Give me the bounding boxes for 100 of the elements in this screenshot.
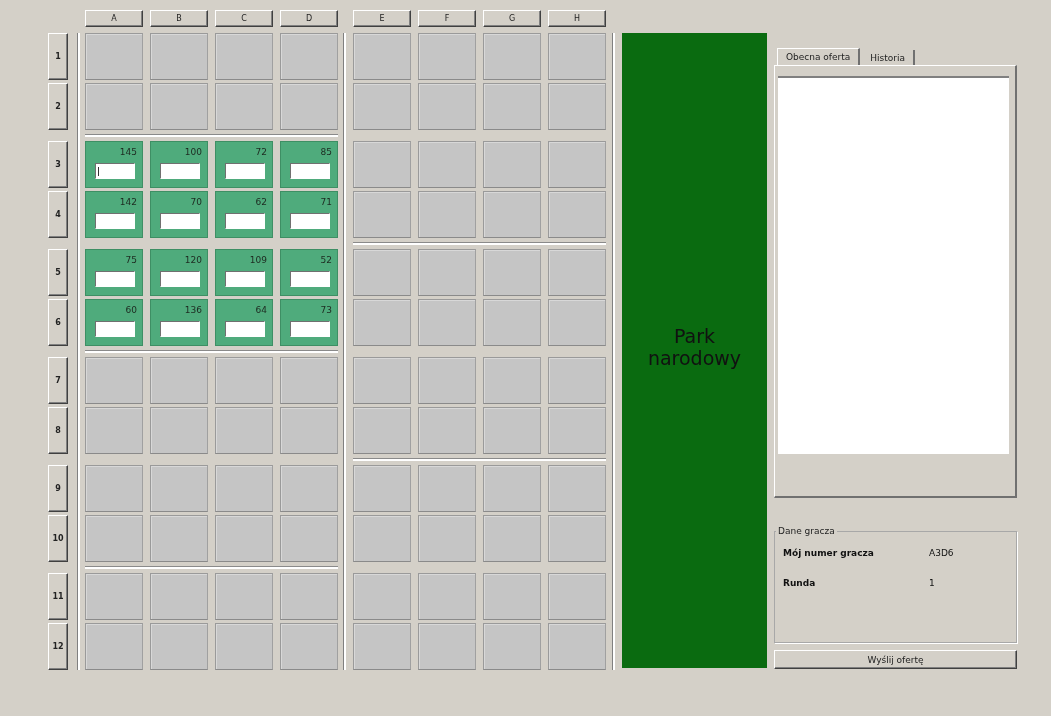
- empty-plot[interactable]: [215, 83, 273, 130]
- empty-plot[interactable]: [418, 83, 476, 130]
- empty-plot[interactable]: [548, 141, 606, 188]
- empty-plot[interactable]: [280, 623, 338, 670]
- empty-plot[interactable]: [85, 357, 143, 404]
- row-header[interactable]: 10: [48, 515, 68, 562]
- empty-plot[interactable]: [483, 249, 541, 296]
- empty-plot[interactable]: [418, 33, 476, 80]
- empty-plot[interactable]: [418, 141, 476, 188]
- row-header[interactable]: 12: [48, 623, 68, 670]
- input-field[interactable]: [160, 163, 200, 179]
- empty-plot[interactable]: [418, 515, 476, 562]
- input-field[interactable]: [290, 271, 330, 287]
- empty-plot[interactable]: [483, 33, 541, 80]
- empty-plot[interactable]: [150, 33, 208, 80]
- empty-plot[interactable]: [418, 357, 476, 404]
- row-header[interactable]: 1: [48, 33, 68, 80]
- input-field[interactable]: [95, 321, 135, 337]
- row-header[interactable]: 8: [48, 407, 68, 454]
- empty-plot[interactable]: [483, 515, 541, 562]
- empty-plot[interactable]: [215, 573, 273, 620]
- input-field[interactable]: [95, 213, 135, 229]
- empty-plot[interactable]: [483, 141, 541, 188]
- empty-plot[interactable]: [483, 623, 541, 670]
- empty-plot[interactable]: [418, 573, 476, 620]
- empty-plot[interactable]: [280, 515, 338, 562]
- input-field[interactable]: [95, 163, 135, 179]
- empty-plot[interactable]: [353, 299, 411, 346]
- empty-plot[interactable]: [353, 357, 411, 404]
- input-field[interactable]: [225, 213, 265, 229]
- empty-plot[interactable]: [353, 249, 411, 296]
- empty-plot[interactable]: [85, 515, 143, 562]
- send-offer-button[interactable]: Wyślij ofertę: [774, 650, 1017, 669]
- input-field[interactable]: [160, 321, 200, 337]
- empty-plot[interactable]: [418, 407, 476, 454]
- empty-plot[interactable]: [85, 407, 143, 454]
- input-field[interactable]: [225, 271, 265, 287]
- empty-plot[interactable]: [418, 623, 476, 670]
- empty-plot[interactable]: [548, 407, 606, 454]
- empty-plot[interactable]: [280, 407, 338, 454]
- empty-plot[interactable]: [353, 141, 411, 188]
- empty-plot[interactable]: [150, 573, 208, 620]
- empty-plot[interactable]: [418, 249, 476, 296]
- column-header[interactable]: H: [548, 10, 606, 27]
- input-field[interactable]: [160, 271, 200, 287]
- empty-plot[interactable]: [548, 465, 606, 512]
- empty-plot[interactable]: [548, 33, 606, 80]
- row-header[interactable]: 4: [48, 191, 68, 238]
- empty-plot[interactable]: [215, 465, 273, 512]
- empty-plot[interactable]: [548, 249, 606, 296]
- input-field[interactable]: [290, 321, 330, 337]
- row-header[interactable]: 3: [48, 141, 68, 188]
- empty-plot[interactable]: [353, 83, 411, 130]
- input-field[interactable]: [95, 271, 135, 287]
- empty-plot[interactable]: [548, 357, 606, 404]
- column-header[interactable]: C: [215, 10, 273, 27]
- empty-plot[interactable]: [353, 623, 411, 670]
- row-header[interactable]: 5: [48, 249, 68, 296]
- empty-plot[interactable]: [548, 515, 606, 562]
- empty-plot[interactable]: [353, 33, 411, 80]
- empty-plot[interactable]: [483, 191, 541, 238]
- empty-plot[interactable]: [280, 465, 338, 512]
- empty-plot[interactable]: [483, 83, 541, 130]
- empty-plot[interactable]: [483, 573, 541, 620]
- row-header[interactable]: 2: [48, 83, 68, 130]
- empty-plot[interactable]: [483, 357, 541, 404]
- empty-plot[interactable]: [150, 357, 208, 404]
- column-header[interactable]: G: [483, 10, 541, 27]
- column-header[interactable]: A: [85, 10, 143, 27]
- column-header[interactable]: F: [418, 10, 476, 27]
- empty-plot[interactable]: [215, 407, 273, 454]
- empty-plot[interactable]: [150, 407, 208, 454]
- empty-plot[interactable]: [548, 83, 606, 130]
- empty-plot[interactable]: [353, 191, 411, 238]
- input-field[interactable]: [290, 213, 330, 229]
- row-header[interactable]: 11: [48, 573, 68, 620]
- empty-plot[interactable]: [353, 573, 411, 620]
- empty-plot[interactable]: [150, 465, 208, 512]
- empty-plot[interactable]: [483, 299, 541, 346]
- row-header[interactable]: 6: [48, 299, 68, 346]
- empty-plot[interactable]: [85, 465, 143, 512]
- input-field[interactable]: [160, 213, 200, 229]
- empty-plot[interactable]: [215, 623, 273, 670]
- row-header[interactable]: 7: [48, 357, 68, 404]
- empty-plot[interactable]: [215, 357, 273, 404]
- tab[interactable]: Obecna oferta: [777, 48, 861, 65]
- empty-plot[interactable]: [548, 191, 606, 238]
- empty-plot[interactable]: [548, 623, 606, 670]
- empty-plot[interactable]: [353, 407, 411, 454]
- empty-plot[interactable]: [85, 573, 143, 620]
- empty-plot[interactable]: [215, 33, 273, 80]
- empty-plot[interactable]: [418, 465, 476, 512]
- empty-plot[interactable]: [150, 515, 208, 562]
- empty-plot[interactable]: [353, 465, 411, 512]
- input-field[interactable]: [290, 163, 330, 179]
- empty-plot[interactable]: [280, 357, 338, 404]
- empty-plot[interactable]: [150, 83, 208, 130]
- column-header[interactable]: E: [353, 10, 411, 27]
- empty-plot[interactable]: [215, 515, 273, 562]
- empty-plot[interactable]: [280, 83, 338, 130]
